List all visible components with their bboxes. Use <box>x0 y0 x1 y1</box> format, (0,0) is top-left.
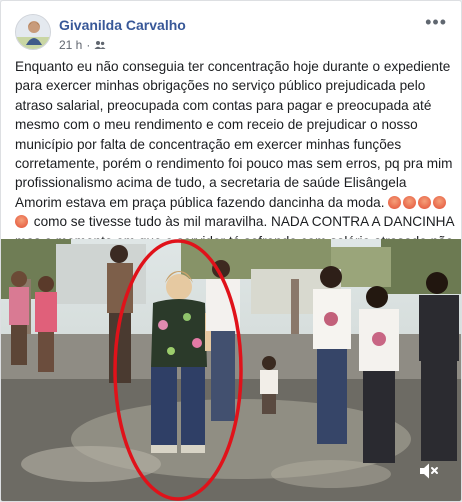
post-text-part1: Enquanto eu não conseguia ter concentraç… <box>15 59 457 210</box>
angry-face-emoji <box>403 195 417 209</box>
friends-icon[interactable] <box>94 40 106 50</box>
background-person <box>313 266 351 444</box>
background-person <box>419 272 459 461</box>
angry-face-emoji <box>15 215 28 229</box>
more-options-icon[interactable]: ••• <box>425 12 447 33</box>
speaker-muted-icon[interactable] <box>419 462 439 485</box>
post-card: Givanilda Carvalho 21 h · ••• Enquanto e… <box>0 0 462 502</box>
angry-face-emoji <box>418 195 432 209</box>
background-person <box>359 286 399 463</box>
meta-separator: · <box>86 38 91 52</box>
post-meta: 21 h · <box>59 38 106 52</box>
author-name[interactable]: Givanilda Carvalho <box>59 17 186 33</box>
background-person <box>206 260 240 421</box>
post-timestamp[interactable]: 21 h <box>59 38 82 52</box>
avatar-image <box>16 15 50 49</box>
background-person <box>260 356 278 414</box>
video-player[interactable] <box>1 239 461 501</box>
post-header: Givanilda Carvalho 21 h · ••• <box>15 12 449 54</box>
author-avatar[interactable] <box>15 14 51 50</box>
angry-face-emoji <box>433 195 447 209</box>
angry-face-emoji <box>388 195 402 209</box>
video-frame <box>1 239 461 501</box>
